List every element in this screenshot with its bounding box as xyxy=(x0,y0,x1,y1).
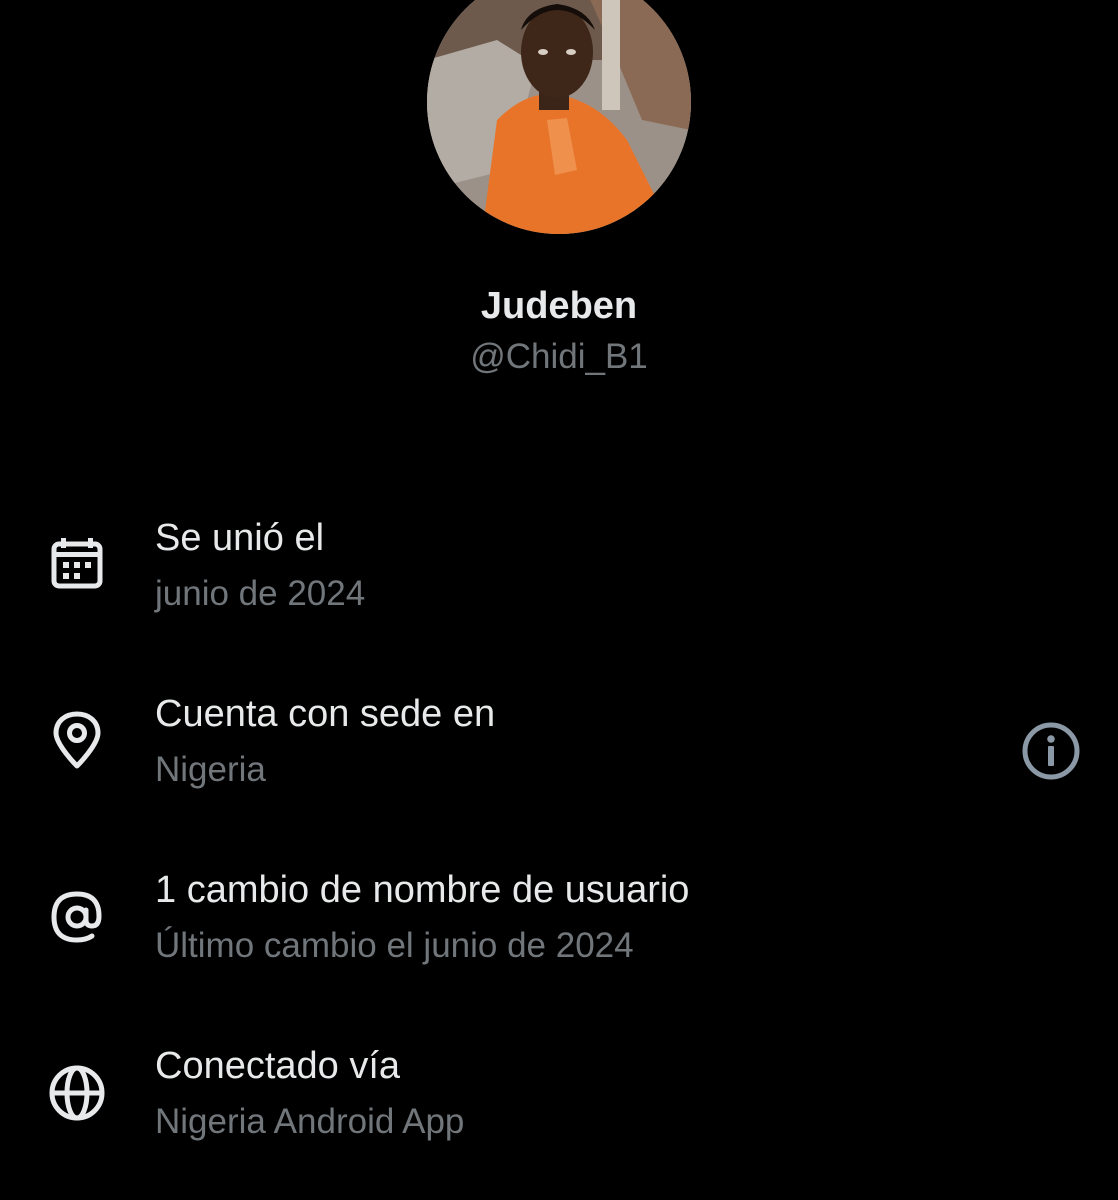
location-pin-icon xyxy=(46,710,108,772)
avatar[interactable] xyxy=(427,0,691,234)
at-sign-icon xyxy=(46,886,108,948)
account-location-value: Nigeria xyxy=(155,750,266,789)
connected-via-label: Conectado vía xyxy=(155,1045,401,1087)
last-username-change: Último cambio el junio de 2024 xyxy=(155,926,634,965)
joined-row: Se unió el junio de 2024 xyxy=(0,514,1118,644)
connected-via-row: Conectado vía Nigeria Android App xyxy=(0,1042,1118,1172)
info-icon[interactable] xyxy=(1020,720,1082,782)
username-changes-label: 1 cambio de nombre de usuario xyxy=(155,869,690,911)
globe-icon xyxy=(46,1062,108,1124)
username-handle: @Chidi_B1 xyxy=(470,337,648,376)
display-name: Judeben xyxy=(480,285,638,327)
joined-label: Se unió el xyxy=(155,517,325,559)
account-location-row: Cuenta con sede en Nigeria xyxy=(0,690,1118,820)
connected-via-value: Nigeria Android App xyxy=(155,1102,465,1141)
account-location-label: Cuenta con sede en xyxy=(155,693,496,735)
calendar-icon xyxy=(46,534,108,596)
joined-date: junio de 2024 xyxy=(155,574,366,613)
username-changes-row: 1 cambio de nombre de usuario Último cam… xyxy=(0,866,1118,996)
profile-photo xyxy=(427,0,691,234)
